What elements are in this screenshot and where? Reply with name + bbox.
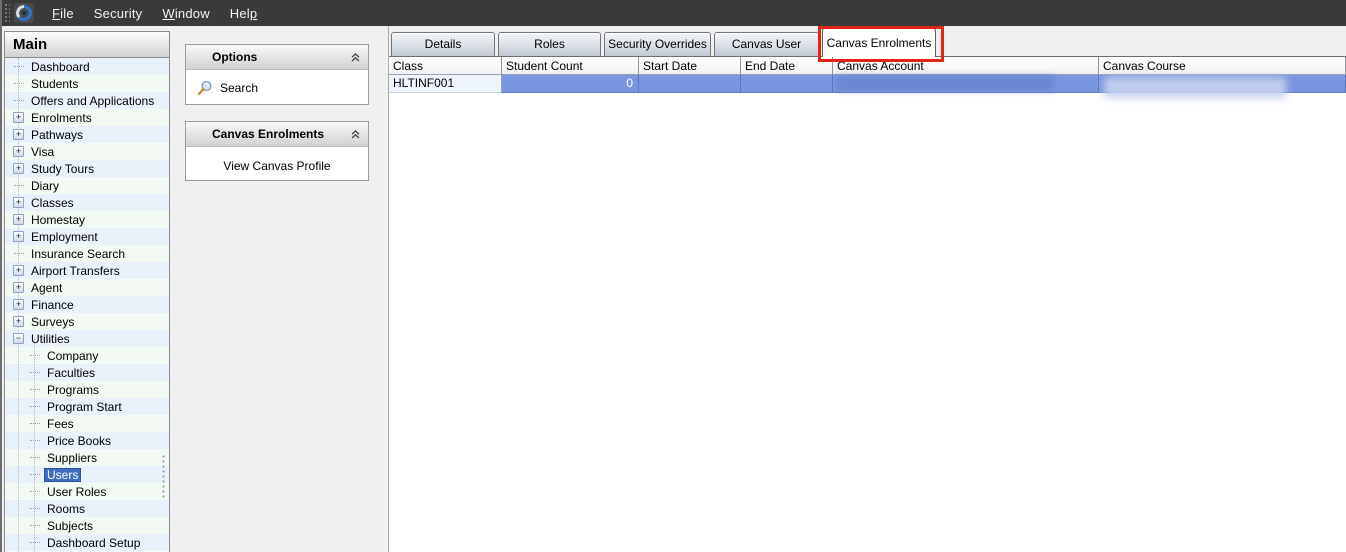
sidebar-item-employment[interactable]: +Employment xyxy=(5,228,169,245)
options-panel-title: Options xyxy=(186,50,257,64)
expand-icon[interactable]: + xyxy=(13,214,24,225)
app-logo-glyph xyxy=(16,5,32,21)
enrolments-table: Class Student Count Start Date End Date … xyxy=(389,56,1346,93)
sidebar-item-user-roles[interactable]: User Roles xyxy=(5,483,169,500)
sidebar-item-programs[interactable]: Programs xyxy=(5,381,169,398)
sidebar-item-users-selected[interactable]: Users xyxy=(5,466,169,483)
sidebar-title: Main xyxy=(5,32,169,58)
collapse-icon[interactable]: − xyxy=(13,333,24,344)
options-panel: Options Search xyxy=(185,44,369,105)
task-panel-column: Options Search xyxy=(172,26,387,552)
sidebar-item-homestay[interactable]: +Homestay xyxy=(5,211,169,228)
sidebar-item-classes[interactable]: +Classes xyxy=(5,194,169,211)
cell-end-date xyxy=(741,75,833,93)
sidebar-item-dashboard[interactable]: Dashboard xyxy=(5,58,169,75)
sidebar-item-insurance-search[interactable]: Insurance Search xyxy=(5,245,169,262)
tab-security-overrides[interactable]: Security Overrides xyxy=(604,32,711,56)
sidebar-item-dashboard-setup[interactable]: Dashboard Setup xyxy=(5,534,169,551)
sidebar-main: Main Dashboard Students Offers and Appli… xyxy=(4,31,170,552)
expand-icon[interactable]: + xyxy=(13,316,24,327)
chevron-double-up-icon[interactable] xyxy=(350,52,361,63)
menu-help[interactable]: Help xyxy=(220,2,268,25)
sidebar-item-utilities[interactable]: −Utilities xyxy=(5,330,169,347)
sidebar-item-enrolments[interactable]: +Enrolments xyxy=(5,109,169,126)
expand-icon[interactable]: + xyxy=(13,265,24,276)
workspace: Main Dashboard Students Offers and Appli… xyxy=(2,26,1346,552)
sidebar-item-faculties[interactable]: Faculties xyxy=(5,364,169,381)
navigation-tree: Dashboard Students Offers and Applicatio… xyxy=(5,58,169,552)
detail-area: Details Roles Security Overrides Canvas … xyxy=(388,26,1346,552)
sidebar-item-pathways[interactable]: +Pathways xyxy=(5,126,169,143)
expand-icon[interactable]: + xyxy=(13,163,24,174)
sidebar-item-subjects[interactable]: Subjects xyxy=(5,517,169,534)
sidebar-item-airport-transfers[interactable]: +Airport Transfers xyxy=(5,262,169,279)
canvas-panel-title: Canvas Enrolments xyxy=(186,127,324,141)
expand-icon[interactable]: + xyxy=(13,299,24,310)
sidebar-item-students[interactable]: Students xyxy=(5,75,169,92)
view-canvas-profile-label: View Canvas Profile xyxy=(223,159,330,173)
cell-start-date xyxy=(639,75,741,93)
options-panel-header: Options xyxy=(186,45,368,70)
canvas-panel-header: Canvas Enrolments xyxy=(186,122,368,147)
redacted-blur-canvas-account xyxy=(837,76,1054,91)
sidebar-item-study-tours[interactable]: +Study Tours xyxy=(5,160,169,177)
chevron-double-up-icon[interactable] xyxy=(350,129,361,140)
canvas-enrolments-panel: Canvas Enrolments View Canvas Profile xyxy=(185,121,369,181)
menu-window[interactable]: Window xyxy=(152,2,219,25)
column-header-start-date[interactable]: Start Date xyxy=(639,57,741,74)
app-logo-icon[interactable] xyxy=(14,3,34,23)
sidebar-item-offers-and-applications[interactable]: Offers and Applications xyxy=(5,92,169,109)
column-header-student-count[interactable]: Student Count xyxy=(502,57,639,74)
column-header-end-date[interactable]: End Date xyxy=(741,57,833,74)
sidebar-item-finance[interactable]: +Finance xyxy=(5,296,169,313)
sidebar-item-fees[interactable]: Fees xyxy=(5,415,169,432)
redacted-blur-canvas-course xyxy=(1104,77,1286,98)
sidebar-item-price-books[interactable]: Price Books xyxy=(5,432,169,449)
sidebar-item-diary[interactable]: Diary xyxy=(5,177,169,194)
sidebar-item-rooms[interactable]: Rooms xyxy=(5,500,169,517)
cell-canvas-course xyxy=(1099,75,1346,93)
application-window: File Security Window Help Main Dashboard… xyxy=(0,0,1346,552)
sidebar-item-program-start[interactable]: Program Start xyxy=(5,398,169,415)
tab-canvas-user[interactable]: Canvas User xyxy=(714,32,819,56)
sidebar-item-agent[interactable]: +Agent xyxy=(5,279,169,296)
menu-security[interactable]: Security xyxy=(84,2,153,25)
cell-class: HLTINF001 xyxy=(389,75,502,93)
column-header-canvas-course[interactable]: Canvas Course xyxy=(1099,57,1346,74)
expand-icon[interactable]: + xyxy=(13,231,24,242)
table-row-selected[interactable]: HLTINF001 0 xyxy=(389,75,1346,93)
tab-strip: Details Roles Security Overrides Canvas … xyxy=(389,26,1346,56)
view-canvas-profile-action[interactable]: View Canvas Profile xyxy=(186,147,368,173)
column-header-canvas-account[interactable]: Canvas Account xyxy=(833,57,1099,74)
cell-canvas-account xyxy=(833,75,1099,93)
cell-student-count: 0 xyxy=(502,75,639,93)
table-header-row: Class Student Count Start Date End Date … xyxy=(389,56,1346,75)
expand-icon[interactable]: + xyxy=(13,146,24,157)
sidebar-item-company[interactable]: Company xyxy=(5,347,169,364)
menu-file[interactable]: File xyxy=(42,2,84,25)
expand-icon[interactable]: + xyxy=(13,112,24,123)
sidebar-item-suppliers[interactable]: Suppliers xyxy=(5,449,169,466)
expand-icon[interactable]: + xyxy=(13,282,24,293)
tab-roles[interactable]: Roles xyxy=(498,32,601,56)
menu-bar: File Security Window Help xyxy=(2,0,1346,26)
expand-icon[interactable]: + xyxy=(13,197,24,208)
expand-icon[interactable]: + xyxy=(13,129,24,140)
column-header-class[interactable]: Class xyxy=(389,57,502,74)
search-icon xyxy=(197,80,213,96)
search-action[interactable]: Search xyxy=(186,70,368,96)
sidebar-item-visa[interactable]: +Visa xyxy=(5,143,169,160)
search-label: Search xyxy=(220,81,258,95)
tab-canvas-enrolments-active[interactable]: Canvas Enrolments xyxy=(822,28,936,57)
tab-details[interactable]: Details xyxy=(391,32,495,56)
toolbar-grip-handle[interactable] xyxy=(4,3,10,23)
sidebar-item-surveys[interactable]: +Surveys xyxy=(5,313,169,330)
splitter-grip[interactable] xyxy=(162,454,165,500)
